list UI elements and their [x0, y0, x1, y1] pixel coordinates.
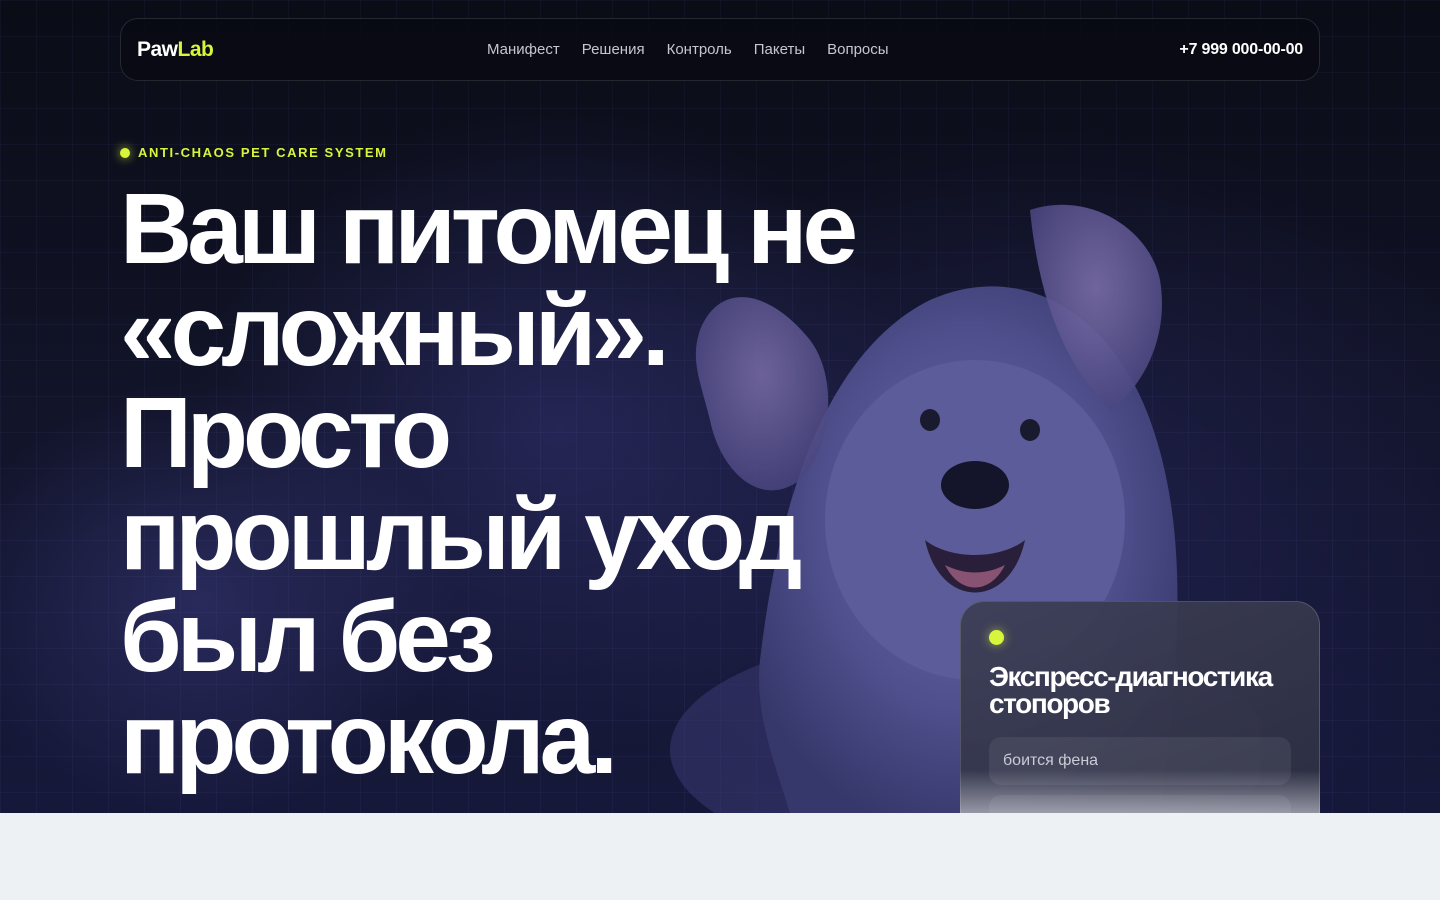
nav-item-control[interactable]: Контроль: [667, 41, 732, 58]
logo[interactable]: PawLab: [137, 37, 214, 62]
headline-line: «сложный».: [120, 275, 670, 387]
nav-item-manifest[interactable]: Манифест: [487, 41, 560, 58]
nav-item-solutions[interactable]: Решения: [582, 41, 645, 58]
logo-text-paw: Paw: [137, 37, 178, 61]
hero-section: PawLab Манифест Решения Контроль Пакеты …: [0, 0, 1440, 813]
top-header: PawLab Манифест Решения Контроль Пакеты …: [120, 18, 1320, 81]
headline-line: прошлый уход: [120, 479, 802, 591]
page-bottom-area: [0, 813, 1440, 900]
logo-text-lab: Lab: [177, 37, 214, 61]
status-dot-icon: [989, 630, 1004, 645]
headline-line: протокола.: [120, 683, 618, 795]
headline-line: Ваш питомец не: [120, 173, 858, 285]
diagnostic-card-title: Экспресс-диагностика стопоров: [989, 661, 1273, 719]
phone-link[interactable]: +7 999 000-00-00: [1179, 41, 1303, 59]
headline-line: был без: [120, 581, 496, 693]
hero-headline: Ваш питомец не «сложный». Просто прошлый…: [120, 178, 940, 790]
main-nav: Манифест Решения Контроль Пакеты Вопросы: [487, 19, 889, 80]
eyebrow-text: ANTI-CHAOS PET CARE SYSTEM: [138, 145, 388, 160]
status-dot-icon: [120, 147, 130, 158]
nav-item-packages[interactable]: Пакеты: [754, 41, 805, 58]
headline-line: Просто: [120, 377, 452, 489]
hero-eyebrow: ANTI-CHAOS PET CARE SYSTEM: [120, 145, 388, 160]
card-fade-overlay: [960, 770, 1320, 813]
nav-item-faq[interactable]: Вопросы: [827, 41, 888, 58]
